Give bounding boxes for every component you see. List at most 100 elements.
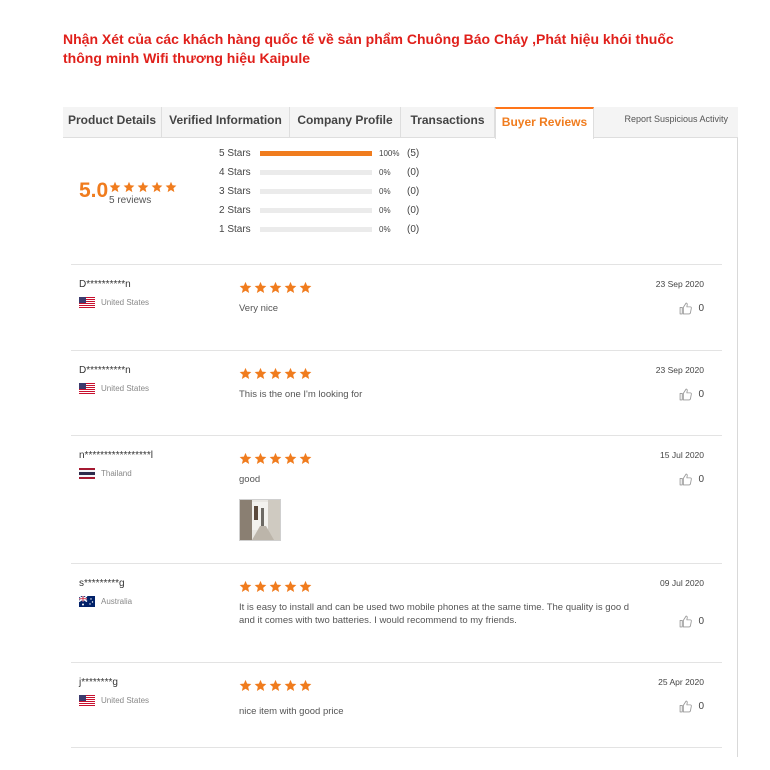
distribution-count: (0) <box>407 186 420 197</box>
star-icon <box>239 679 254 697</box>
us-flag-icon <box>79 383 95 394</box>
like-count: 0 <box>698 701 704 712</box>
distribution-bar <box>260 227 372 232</box>
review-text: Very nice <box>239 303 279 314</box>
star-icon <box>239 281 254 299</box>
distribution-bar <box>260 170 372 175</box>
distribution-count: (0) <box>407 205 420 216</box>
us-flag-icon <box>79 695 95 706</box>
thumbs-up-icon <box>679 388 698 401</box>
review-stars <box>239 281 314 299</box>
star-icon <box>299 281 314 299</box>
thumbs-up-icon <box>679 473 698 486</box>
country-name: Thailand <box>101 469 132 478</box>
review-stars <box>239 580 314 598</box>
tab-verified-information[interactable]: Verified Information <box>162 107 290 138</box>
tab-transactions[interactable]: Transactions <box>401 107 495 138</box>
country-name: Australia <box>101 597 133 606</box>
star-icon <box>254 679 269 697</box>
star-icon <box>284 367 299 385</box>
star-icon <box>151 181 165 199</box>
star-icon <box>269 452 284 470</box>
thumbs-up-icon <box>679 700 698 713</box>
distribution-label: 4 Stars <box>219 167 251 178</box>
distribution-label: 2 Stars <box>219 205 251 216</box>
star-icon <box>299 367 314 385</box>
thumbs-up-icon <box>679 615 698 628</box>
star-icon <box>284 679 299 697</box>
review-count: 5 reviews <box>109 195 152 206</box>
review-photo-image <box>240 500 280 540</box>
review-stars <box>239 367 314 385</box>
review-text: nice item with good price <box>239 706 344 717</box>
rating-summary: 5.0 5 reviews 5 Stars 100% (5) 4 Stars 0… <box>63 138 738 264</box>
reviewer-country: United States <box>79 695 149 706</box>
review-item: s*********g Australia It is easy to inst… <box>71 563 722 662</box>
star-icon <box>239 367 254 385</box>
review-stars <box>239 452 314 470</box>
review-stars <box>239 679 314 697</box>
review-date: 25 Apr 2020 <box>658 677 704 687</box>
reviewer-country: Thailand <box>79 468 132 479</box>
tab-buyer-reviews[interactable]: Buyer Reviews <box>495 107 594 139</box>
review-date: 23 Sep 2020 <box>655 279 704 289</box>
star-icon <box>269 281 284 299</box>
star-icon <box>269 679 284 697</box>
like-button[interactable]: 0 <box>679 700 704 713</box>
like-button[interactable]: 0 <box>679 473 704 486</box>
like-count: 0 <box>698 389 704 400</box>
review-text: It is easy to install and can be used tw… <box>239 602 630 626</box>
star-icon <box>299 580 314 598</box>
tab-product-details[interactable]: Product Details <box>63 107 162 138</box>
distribution-percent: 0% <box>379 187 391 196</box>
review-item: D**********n United States Very nice 23 … <box>71 264 722 350</box>
star-icon <box>239 452 254 470</box>
distribution-bar <box>260 189 372 194</box>
review-photo[interactable] <box>239 499 281 541</box>
distribution-count: (0) <box>407 167 420 178</box>
country-name: United States <box>101 696 150 705</box>
like-count: 0 <box>698 616 704 627</box>
review-date: 09 Jul 2020 <box>660 578 704 588</box>
star-icon <box>269 580 284 598</box>
us-flag-icon <box>79 297 95 308</box>
star-icon <box>254 580 269 598</box>
country-name: United States <box>101 384 150 393</box>
review-item: D**********n United States This is the o… <box>71 350 722 435</box>
reviewer-country: Australia <box>79 596 132 607</box>
review-text: good <box>239 474 261 485</box>
distribution-percent: 0% <box>379 168 391 177</box>
distribution-bar-fill <box>260 151 372 156</box>
page-headline: Nhận Xét của các khách hàng quốc tế về s… <box>63 31 674 66</box>
like-button[interactable]: 0 <box>679 302 704 315</box>
reviews-panel: Product Details Verified Information Com… <box>63 107 738 757</box>
star-icon <box>239 580 254 598</box>
star-icon <box>254 367 269 385</box>
like-count: 0 <box>698 474 704 485</box>
distribution-label: 3 Stars <box>219 186 251 197</box>
star-icon <box>269 367 284 385</box>
review-text: This is the one I'm looking for <box>239 389 363 400</box>
tab-company-profile[interactable]: Company Profile <box>290 107 401 138</box>
thumbs-up-icon <box>679 302 698 315</box>
reviewer-name: n*****************l <box>79 450 153 461</box>
distribution-bar <box>260 151 372 156</box>
reviewer-name: D**********n <box>79 365 131 376</box>
tab-bar: Product Details Verified Information Com… <box>63 107 738 139</box>
reviewer-country: United States <box>79 383 149 394</box>
like-count: 0 <box>698 303 704 314</box>
star-icon <box>284 452 299 470</box>
star-icon <box>254 281 269 299</box>
distribution-percent: 0% <box>379 225 391 234</box>
reviewer-name: D**********n <box>79 279 131 290</box>
distribution-count: (0) <box>407 224 420 235</box>
distribution-bar <box>260 208 372 213</box>
report-suspicious-activity-link[interactable]: Report Suspicious Activity <box>624 114 728 124</box>
distribution-label: 5 Stars <box>219 148 251 159</box>
like-button[interactable]: 0 <box>679 388 704 401</box>
star-icon <box>254 452 269 470</box>
star-icon <box>299 452 314 470</box>
distribution-label: 1 Stars <box>219 224 251 235</box>
like-button[interactable]: 0 <box>679 615 704 628</box>
review-item: n*****************l Thailand good 15 Jul… <box>71 435 722 563</box>
